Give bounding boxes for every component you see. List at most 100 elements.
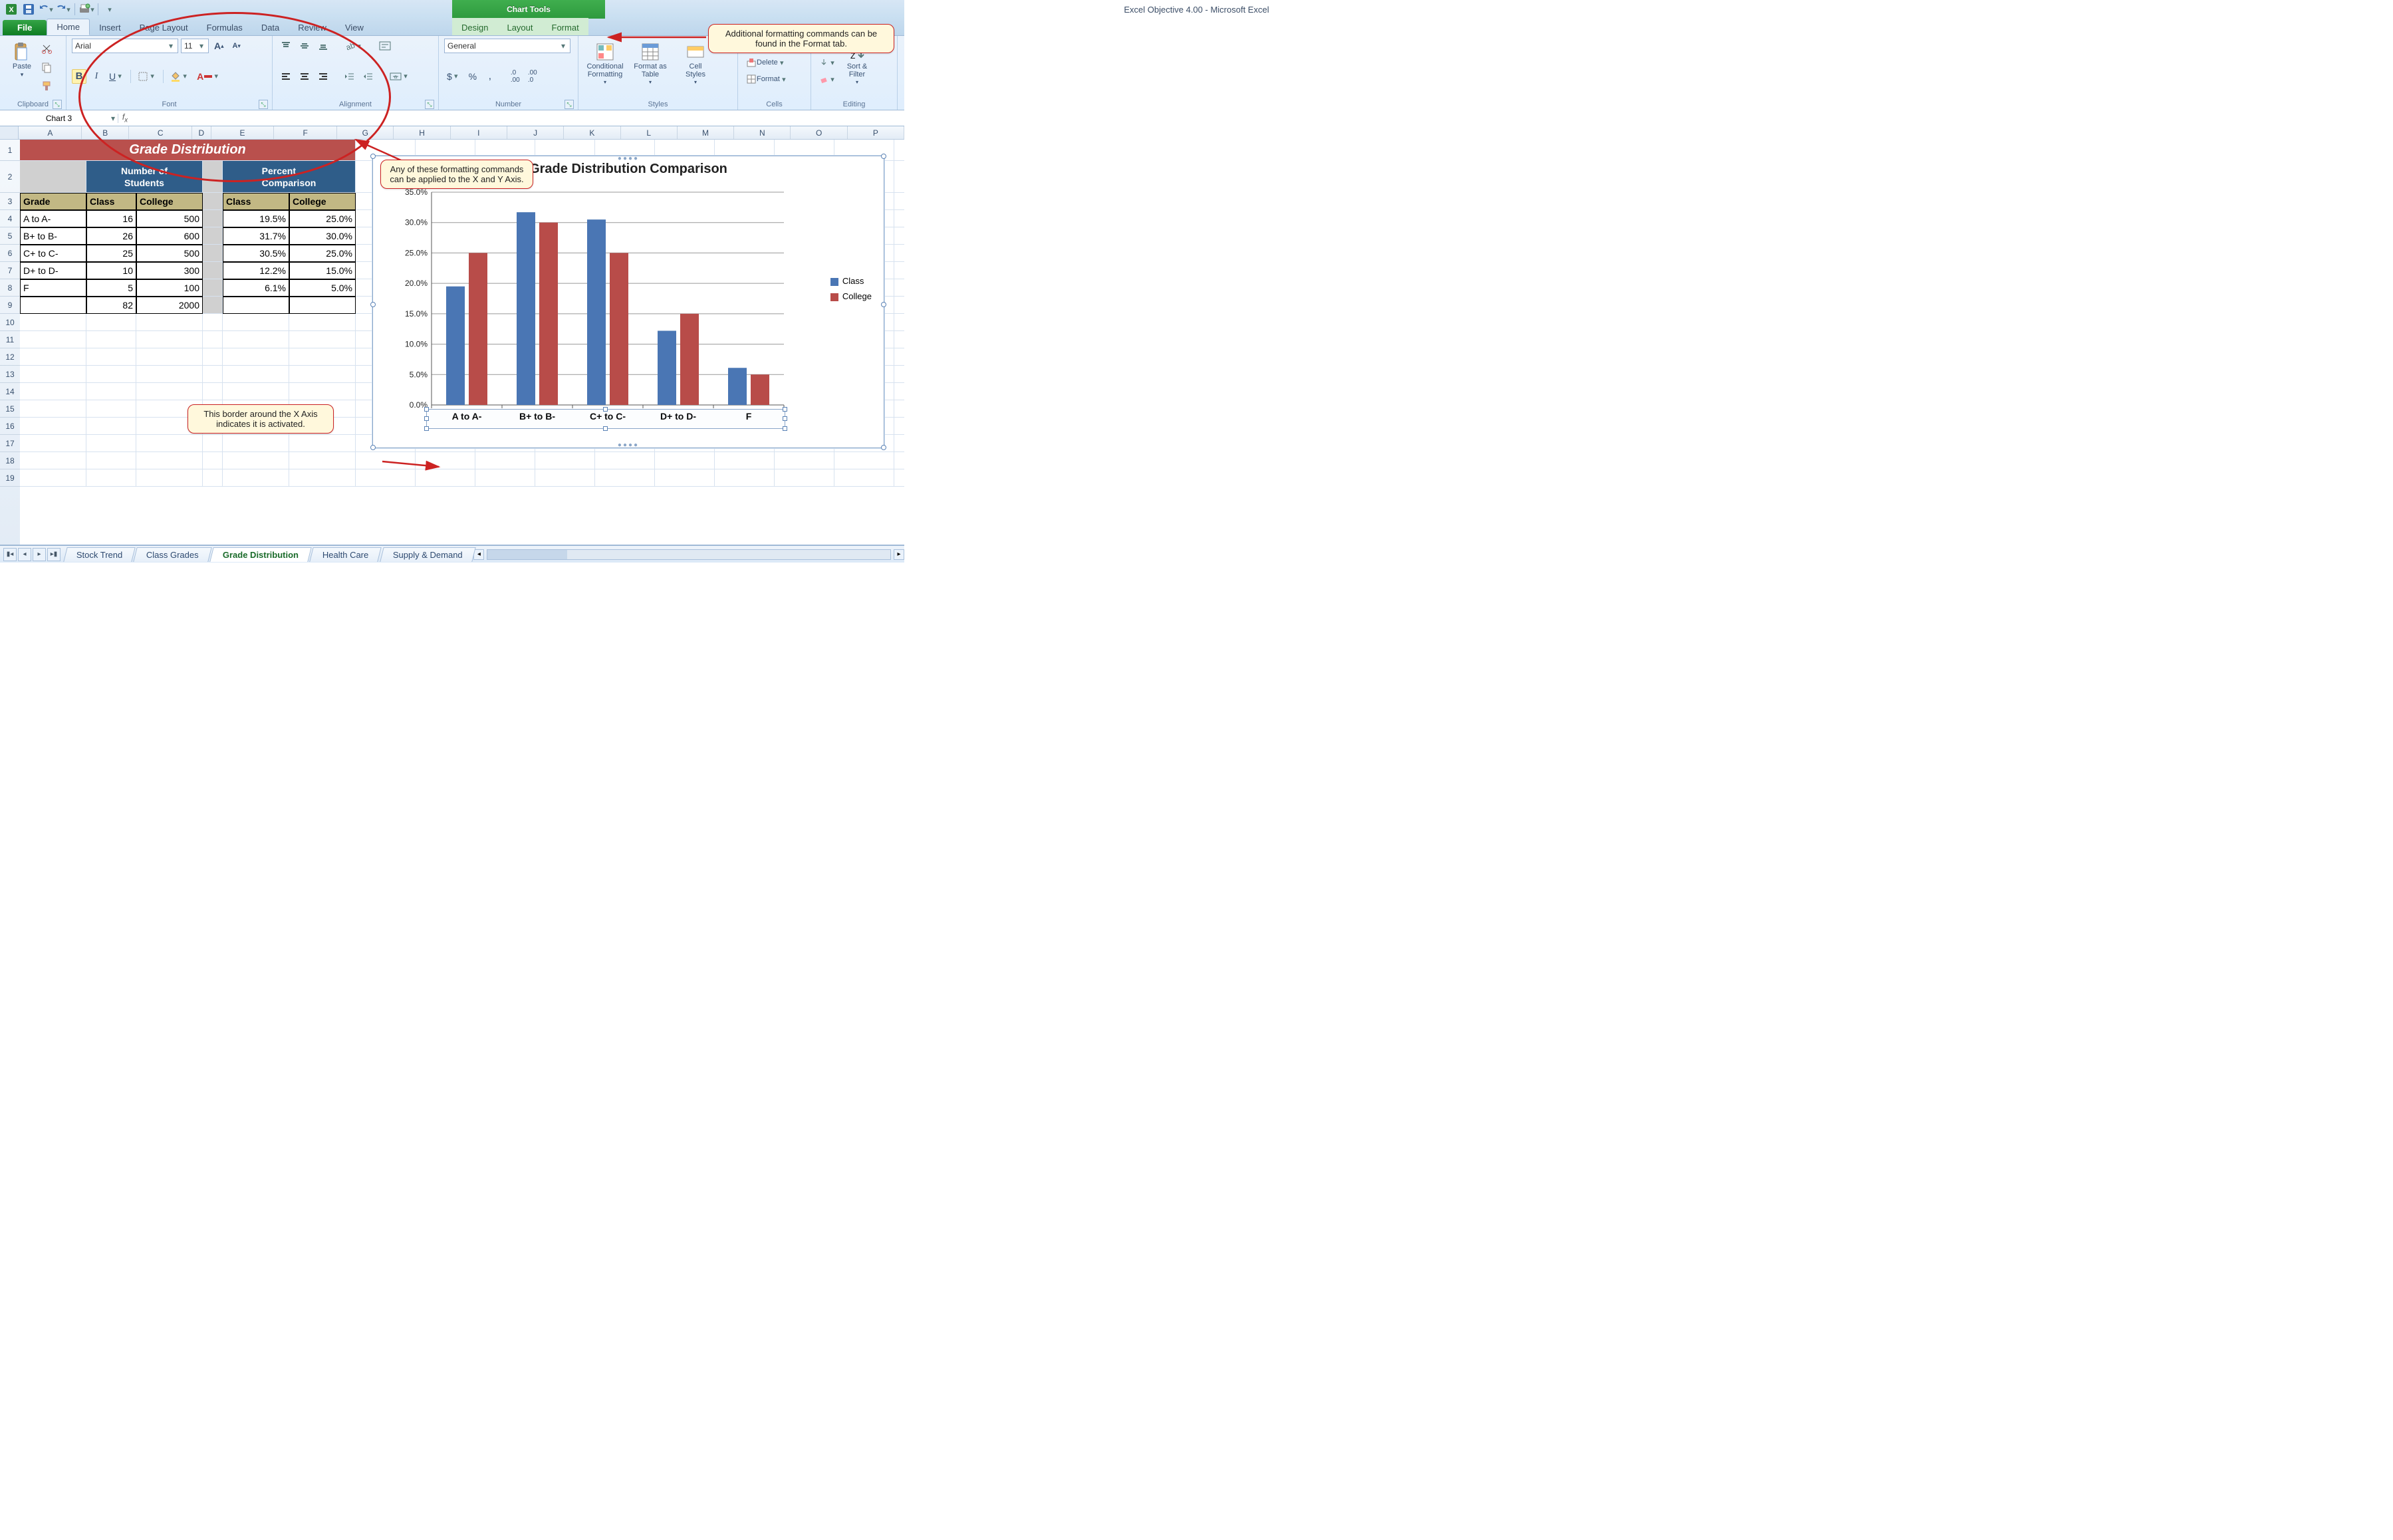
column-header[interactable]: I — [451, 126, 507, 139]
sheet-tab[interactable]: Stock Trend — [63, 547, 136, 562]
clipboard-dialog-launcher[interactable]: ⤡ — [53, 100, 62, 109]
cell[interactable] — [894, 262, 904, 279]
cell[interactable] — [86, 469, 136, 487]
cell[interactable] — [20, 400, 86, 418]
row-header[interactable]: 15 — [0, 400, 20, 418]
cell[interactable] — [775, 452, 834, 469]
cell[interactable] — [86, 314, 136, 331]
font-dialog-launcher[interactable]: ⤡ — [259, 100, 268, 109]
excel-icon[interactable]: X — [4, 2, 19, 17]
column-header[interactable]: A — [19, 126, 82, 139]
cell[interactable] — [20, 383, 86, 400]
select-all-corner[interactable] — [0, 126, 19, 139]
cell[interactable]: 25 — [86, 245, 136, 262]
paste-button[interactable]: Paste▾ — [5, 39, 39, 93]
column-header[interactable]: G — [337, 126, 394, 139]
cell[interactable] — [894, 400, 904, 418]
cell[interactable] — [475, 452, 535, 469]
cell[interactable] — [356, 469, 416, 487]
cell[interactable] — [289, 331, 356, 348]
cell[interactable] — [20, 348, 86, 366]
cell[interactable] — [289, 452, 356, 469]
orientation-icon[interactable]: ab▾ — [342, 39, 366, 53]
format-painter-icon[interactable] — [39, 78, 55, 93]
cell[interactable]: 6.1% — [223, 279, 289, 297]
cell[interactable] — [223, 348, 289, 366]
row-header[interactable]: 13 — [0, 366, 20, 383]
chart-handle[interactable] — [370, 302, 376, 307]
cell[interactable] — [289, 314, 356, 331]
tab-review[interactable]: Review — [289, 20, 336, 35]
sheet-tab[interactable]: Supply & Demand — [380, 547, 475, 562]
cell[interactable]: 25.0% — [289, 245, 356, 262]
cell[interactable] — [223, 435, 289, 452]
cell[interactable]: 5 — [86, 279, 136, 297]
cell[interactable] — [894, 161, 904, 193]
percent-icon[interactable]: % — [465, 69, 480, 84]
decrease-indent-icon[interactable] — [342, 69, 358, 84]
cell[interactable] — [894, 227, 904, 245]
cell[interactable] — [289, 297, 356, 314]
cell[interactable] — [223, 297, 289, 314]
cell[interactable] — [595, 469, 655, 487]
cell[interactable] — [289, 435, 356, 452]
row-header[interactable]: 18 — [0, 452, 20, 469]
format-as-table-button[interactable]: Format asTable ▾ — [629, 39, 672, 89]
column-header[interactable]: B — [82, 126, 129, 139]
cell[interactable] — [223, 314, 289, 331]
cell[interactable] — [136, 469, 203, 487]
cell[interactable] — [894, 279, 904, 297]
decrease-decimal-icon[interactable]: .00.0 — [525, 69, 540, 84]
cell[interactable] — [223, 452, 289, 469]
cell[interactable]: F — [20, 279, 86, 297]
tab-view[interactable]: View — [336, 20, 373, 35]
cell[interactable] — [20, 452, 86, 469]
copy-icon[interactable] — [39, 60, 55, 74]
column-header[interactable]: C — [129, 126, 192, 139]
merge-center-icon[interactable]: a▾ — [387, 69, 412, 84]
font-color-button[interactable]: A▾ — [194, 69, 223, 84]
sheet-tab[interactable]: Class Grades — [134, 547, 212, 562]
cell[interactable] — [203, 331, 223, 348]
row-header[interactable]: 1 — [0, 140, 20, 161]
conditional-formatting-button[interactable]: ConditionalFormatting ▾ — [584, 39, 626, 89]
cell[interactable]: 10 — [86, 262, 136, 279]
fx-icon[interactable]: fx — [118, 112, 132, 124]
column-header[interactable]: O — [791, 126, 847, 139]
tab-design[interactable]: Design — [452, 20, 497, 35]
cell[interactable] — [223, 469, 289, 487]
sheet-nav-first[interactable]: ▮◂ — [3, 548, 17, 561]
chart-handle[interactable] — [370, 154, 376, 159]
underline-button[interactable]: U▾ — [106, 69, 126, 84]
cell[interactable] — [894, 297, 904, 314]
bold-button[interactable]: B — [72, 69, 86, 84]
cell[interactable] — [223, 331, 289, 348]
cut-icon[interactable] — [39, 41, 55, 56]
column-header[interactable]: F — [274, 126, 337, 139]
cell[interactable]: A to A- — [20, 210, 86, 227]
chart-handle[interactable] — [370, 445, 376, 450]
cell[interactable]: 2000 — [136, 297, 203, 314]
cell[interactable] — [20, 435, 86, 452]
cell[interactable] — [715, 452, 775, 469]
cell[interactable] — [655, 452, 715, 469]
row-header[interactable]: 5 — [0, 227, 20, 245]
number-dialog-launcher[interactable]: ⤡ — [565, 100, 574, 109]
cell[interactable]: Number ofStudents — [86, 161, 203, 193]
sheet-nav-prev[interactable]: ◂ — [18, 548, 31, 561]
cell[interactable]: D+ to D- — [20, 262, 86, 279]
row-header[interactable]: 8 — [0, 279, 20, 297]
sheet-tab[interactable]: Health Care — [310, 547, 382, 562]
cell[interactable] — [416, 452, 475, 469]
cell[interactable] — [20, 331, 86, 348]
cell[interactable] — [775, 469, 834, 487]
cell[interactable] — [203, 366, 223, 383]
tab-file[interactable]: File — [3, 20, 47, 35]
cell[interactable] — [136, 331, 203, 348]
row-header[interactable]: 6 — [0, 245, 20, 262]
undo-icon[interactable]: ▾ — [39, 2, 53, 17]
column-header[interactable]: M — [678, 126, 734, 139]
cell[interactable]: Grade — [20, 193, 86, 210]
tab-layout[interactable]: Layout — [497, 20, 542, 35]
cell[interactable] — [894, 452, 904, 469]
